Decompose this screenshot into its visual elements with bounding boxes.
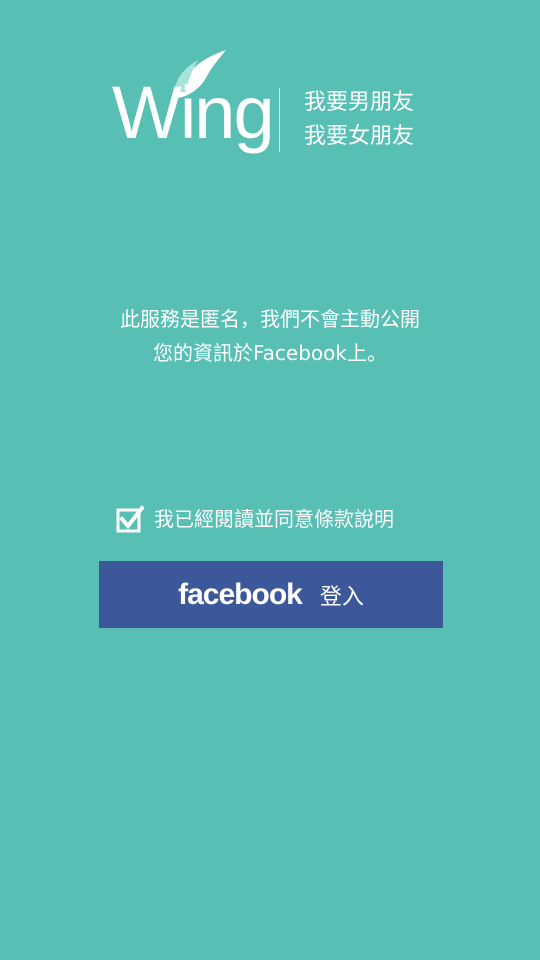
wing-logo: Wing (112, 48, 275, 166)
checkbox-checked-icon[interactable] (116, 505, 144, 533)
tagline-girlfriend: 我要女朋友 (304, 124, 415, 149)
privacy-notice: 此服務是匿名，我們不會主動公開 您的資訊於Facebook上。 (0, 302, 540, 370)
privacy-notice-line-2: 您的資訊於Facebook上。 (153, 341, 387, 365)
logo-wordmark: Wing (112, 71, 275, 154)
terms-agreement-label[interactable]: 我已經閱讀並同意條款說明 (154, 502, 394, 536)
facebook-wordmark: facebook (178, 577, 303, 611)
app-logo: Wing 我要男朋友 我要女朋友 (112, 48, 442, 166)
logo-tagline: 我要男朋友 我要女朋友 (304, 86, 414, 154)
logo-divider (279, 88, 280, 152)
terms-agreement[interactable]: 我已經閱讀並同意條款說明 (116, 502, 394, 536)
facebook-login-label: 登入 (319, 583, 364, 609)
facebook-login-button[interactable]: facebook 登入 (99, 561, 443, 628)
tagline-boyfriend: 我要男朋友 (304, 90, 415, 115)
privacy-notice-line-1: 此服務是匿名，我們不會主動公開 (120, 307, 420, 331)
